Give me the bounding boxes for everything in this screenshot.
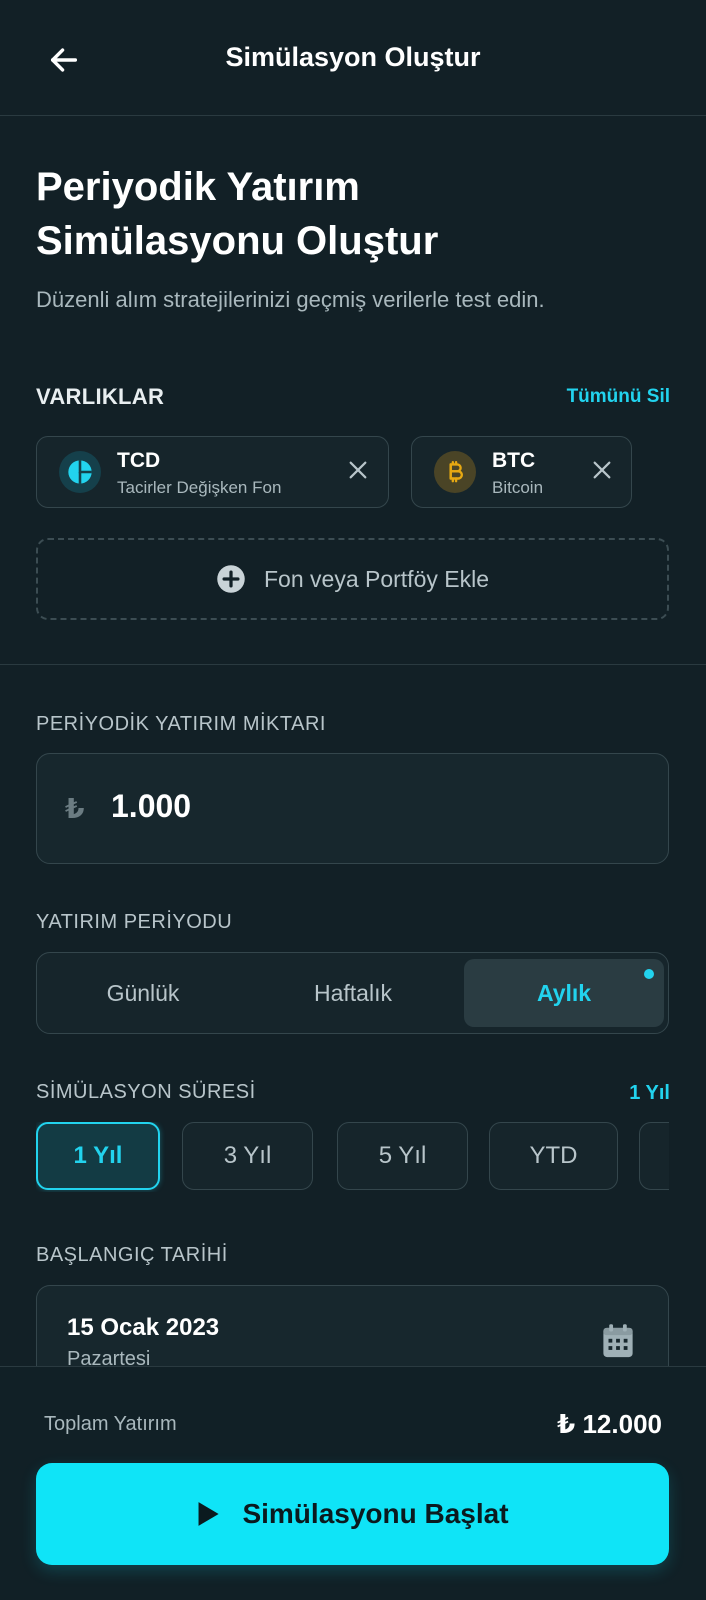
asset-name: Tacirler Değişken Fon [117, 478, 282, 497]
calendar-icon [600, 1322, 636, 1365]
amount-value: 1.000 [111, 788, 192, 824]
duration-option-5y[interactable]: 5 Yıl [337, 1122, 468, 1190]
hero-title-line-2: Simülasyonu Oluştur [36, 219, 439, 263]
hero-subtitle: Düzenli alım stratejilerinizi geçmiş ver… [36, 287, 545, 312]
currency-symbol: ₺ [65, 793, 85, 824]
duration-option-1y[interactable]: 1 Yıl [36, 1122, 160, 1190]
close-icon [593, 461, 611, 479]
remove-asset-button[interactable] [341, 453, 375, 487]
period-segmented-control: Günlük Haftalık Aylık [36, 952, 669, 1034]
bitcoin-icon [434, 451, 476, 493]
duration-section-label: SİMÜLASYON SÜRESİ [36, 1081, 256, 1103]
period-option-daily[interactable]: Günlük [43, 959, 243, 1027]
page-title: Simülasyon Oluştur [225, 42, 481, 72]
period-option-label: Aylık [536, 979, 592, 1006]
app-header: Simülasyon Oluştur [0, 0, 706, 116]
hero-title-line-1: Periyodik Yatırım [36, 165, 360, 209]
add-asset-button[interactable]: Fon veya Portföy Ekle [36, 538, 669, 620]
pie-chart-icon [59, 451, 101, 493]
amount-section-label: PERİYODİK YATIRIM MİKTARI [36, 713, 326, 735]
play-icon [198, 1502, 220, 1526]
duration-option-more[interactable] [639, 1122, 669, 1190]
asset-code: TCD [117, 449, 161, 472]
asset-chip-tcd[interactable]: TCD Tacirler Değişken Fon [36, 436, 389, 508]
plus-circle-icon [217, 565, 245, 593]
period-section-label: YATIRIM PERİYODU [36, 911, 233, 933]
asset-code: BTC [492, 449, 536, 472]
footer-bar: Toplam Yatırım ₺ 12.000 Simülasyonu Başl… [0, 1366, 706, 1600]
selected-indicator-dot [644, 969, 654, 979]
duration-options: 1 Yıl 3 Yıl 5 Yıl YTD [36, 1122, 669, 1192]
clear-all-button[interactable]: Tümünü Sil [567, 386, 670, 408]
period-option-monthly[interactable]: Aylık [464, 959, 664, 1027]
duration-option-3y[interactable]: 3 Yıl [182, 1122, 313, 1190]
start-simulation-label: Simülasyonu Başlat [242, 1498, 509, 1529]
start-date-value: 15 Ocak 2023 [67, 1314, 220, 1341]
total-investment-label: Toplam Yatırım [44, 1413, 177, 1435]
start-date-section-label: BAŞLANGIÇ TARİHİ [36, 1244, 228, 1266]
amount-input[interactable]: ₺ 1.000 [36, 753, 669, 864]
asset-chip-btc[interactable]: BTC Bitcoin [411, 436, 632, 508]
close-icon [349, 461, 367, 479]
period-option-weekly[interactable]: Haftalık [253, 959, 453, 1027]
section-divider [0, 664, 706, 665]
start-simulation-button[interactable]: Simülasyonu Başlat [36, 1463, 669, 1565]
hero-title: Periyodik Yatırım Simülasyonu Oluştur [36, 160, 666, 268]
asset-name: Bitcoin [492, 478, 544, 497]
total-investment-value: ₺ 12.000 [557, 1409, 662, 1439]
duration-option-ytd[interactable]: YTD [489, 1122, 618, 1190]
selected-duration-badge: 1 Yıl [629, 1082, 670, 1104]
remove-asset-button[interactable] [585, 453, 619, 487]
assets-section-label: VARLIKLAR [36, 384, 165, 409]
add-asset-label: Fon veya Portföy Ekle [264, 565, 489, 592]
